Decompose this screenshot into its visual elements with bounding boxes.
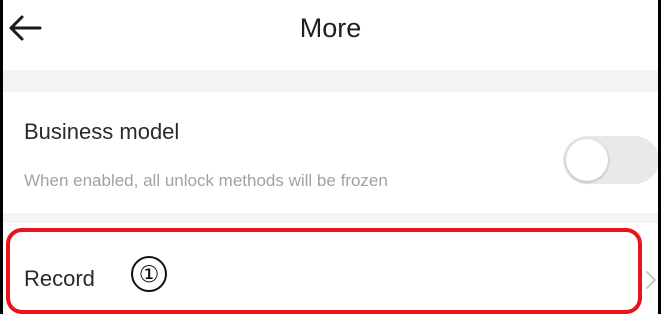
page-title: More [299,13,362,43]
business-model-title: Business model [24,119,180,144]
chevron-right-icon [646,271,656,289]
toggle-knob [566,139,608,181]
section-divider [0,70,661,92]
business-model-description: When enabled, all unlock methods will be… [24,171,388,190]
annotation-highlight-box [6,228,642,314]
header-bar: More [0,0,661,70]
section-divider [0,213,661,223]
business-model-row: Business model When enabled, all unlock … [0,92,661,213]
left-frame-border [0,0,3,314]
business-model-toggle[interactable] [563,136,659,184]
